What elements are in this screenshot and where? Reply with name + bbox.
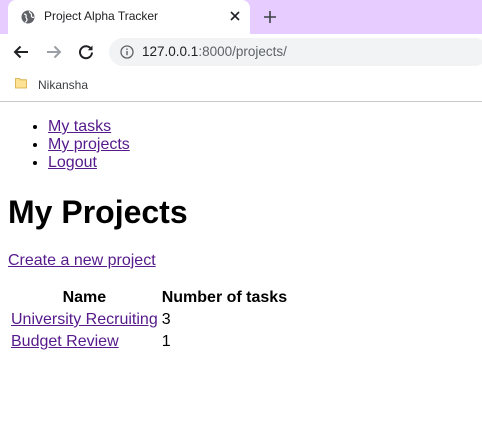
- plus-icon[interactable]: [259, 6, 281, 28]
- url-path: :8000/projects/: [198, 44, 287, 59]
- bookmark-nikansha[interactable]: Nikansha: [14, 76, 88, 94]
- project-name-cell: Budget Review: [10, 332, 159, 352]
- url-text: 127.0.0.1:8000/projects/: [142, 44, 287, 59]
- projects-table: Name Number of tasks University Recruiti…: [8, 286, 290, 354]
- my-tasks-link[interactable]: My tasks: [48, 118, 111, 135]
- tab-title: Project Alpha Tracker: [44, 9, 159, 23]
- browser-tab[interactable]: Project Alpha Tracker: [8, 0, 250, 34]
- reload-icon[interactable]: [75, 41, 97, 63]
- task-count-cell: 1: [161, 333, 171, 350]
- folder-icon: [14, 76, 28, 95]
- info-icon[interactable]: [120, 45, 134, 59]
- close-icon[interactable]: [226, 7, 244, 25]
- url-host: 127.0.0.1: [142, 44, 199, 59]
- browser-toolbar: 127.0.0.1:8000/projects/: [0, 34, 482, 70]
- column-header-tasks: Number of tasks: [161, 289, 288, 306]
- nav-item-my-projects: My projects: [48, 136, 130, 154]
- table-row: Budget Review 1: [10, 332, 288, 352]
- logout-link[interactable]: Logout: [48, 154, 97, 171]
- globe-icon: [21, 10, 35, 24]
- table-row: University Recruiting 3: [10, 310, 288, 330]
- address-bar[interactable]: 127.0.0.1:8000/projects/: [109, 38, 482, 66]
- page-title: My Projects: [8, 194, 188, 230]
- table-header-row: Name Number of tasks: [10, 288, 288, 308]
- page-content: My tasks My projects Logout My Projects …: [0, 102, 482, 438]
- my-projects-link[interactable]: My projects: [48, 136, 130, 153]
- project-link[interactable]: Budget Review: [11, 333, 119, 350]
- project-name-cell: University Recruiting: [10, 310, 159, 330]
- bookmarks-bar: Nikansha: [0, 70, 482, 102]
- nav-item-my-tasks: My tasks: [48, 118, 130, 136]
- task-count-cell: 3: [161, 311, 171, 328]
- create-project-link[interactable]: Create a new project: [8, 252, 156, 270]
- column-header-name: Name: [62, 289, 107, 306]
- project-link[interactable]: University Recruiting: [11, 311, 158, 328]
- arrow-right-icon[interactable]: [43, 41, 65, 63]
- nav-item-logout: Logout: [48, 154, 130, 172]
- arrow-left-icon[interactable]: [10, 41, 32, 63]
- browser-tab-strip: Project Alpha Tracker: [0, 0, 482, 34]
- main-nav: My tasks My projects Logout: [48, 118, 130, 172]
- bookmark-label: Nikansha: [38, 78, 89, 92]
